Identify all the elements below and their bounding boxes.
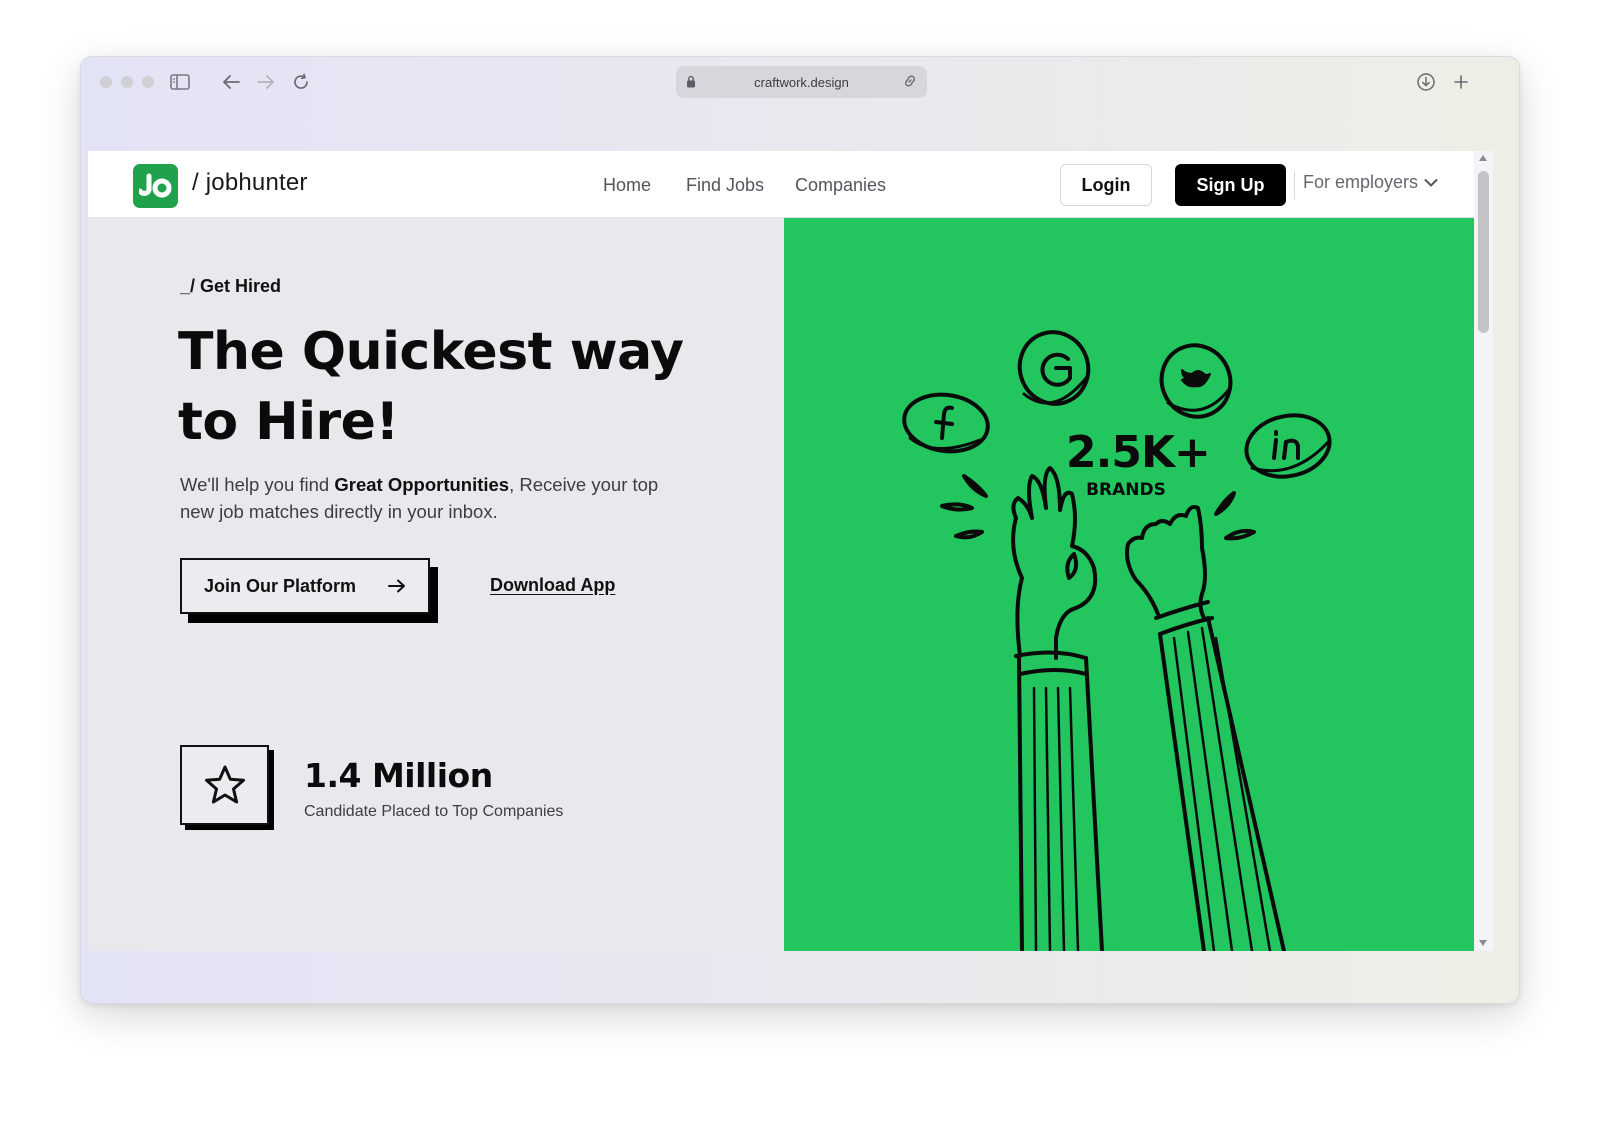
forward-arrow-icon[interactable] xyxy=(254,70,278,94)
hero-headline-line-1: The Quickest way xyxy=(178,322,684,382)
lock-icon xyxy=(687,75,695,88)
join-platform-button-wrap: Join Our Platform xyxy=(180,558,438,626)
zoom-window-button[interactable] xyxy=(142,76,154,88)
hero-subtitle-prefix: We'll help you find xyxy=(180,474,335,495)
hero-subtitle: We'll help you find Great Opportunities,… xyxy=(180,471,660,525)
scrollbar-thumb[interactable] xyxy=(1478,171,1489,333)
nav-link-companies[interactable]: Companies xyxy=(795,175,886,196)
hero-eyebrow: _/ Get Hired xyxy=(180,276,282,296)
reload-icon[interactable] xyxy=(289,70,313,94)
site-logo-text[interactable]: / jobhunter xyxy=(192,169,308,197)
hero-subtitle-highlight: Great Opportunities xyxy=(334,474,510,495)
stat-icon-frame xyxy=(180,745,269,825)
page-scrollbar[interactable] xyxy=(1474,151,1493,951)
nav-link-home[interactable]: Home xyxy=(603,175,651,196)
google-icon xyxy=(1017,330,1091,406)
link-icon[interactable] xyxy=(903,74,917,88)
jobhunter-logo-mark[interactable] xyxy=(133,164,178,208)
brands-label: BRANDS xyxy=(1086,480,1166,500)
hands-illustration xyxy=(902,330,1332,951)
close-window-button[interactable] xyxy=(100,76,112,88)
page-viewport: / jobhunter Home Find Jobs Companies Log… xyxy=(88,151,1493,951)
brands-count: 2.5K+ xyxy=(1066,427,1211,478)
star-icon xyxy=(204,765,245,804)
hero-headline: The Quickest way to Hire! xyxy=(178,317,698,457)
minimize-window-button[interactable] xyxy=(121,76,133,88)
new-tab-icon[interactable] xyxy=(1449,70,1473,94)
facebook-icon xyxy=(902,392,990,454)
arrow-right-icon xyxy=(388,579,405,593)
scroll-down-arrow-icon[interactable] xyxy=(1479,940,1487,946)
hero-illustration-panel: 2.5K+ BRANDS xyxy=(784,218,1474,951)
nav-link-find-jobs[interactable]: Find Jobs xyxy=(686,175,764,196)
chevron-down-icon xyxy=(1424,178,1438,186)
site-navbar: / jobhunter Home Find Jobs Companies Log… xyxy=(88,151,1493,218)
stat-label: Candidate Placed to Top Companies xyxy=(304,803,564,820)
stat-value: 1.4 Million xyxy=(304,756,493,795)
hero-headline-line-2: to Hire! xyxy=(178,392,399,452)
scroll-up-arrow-icon[interactable] xyxy=(1479,155,1487,161)
join-platform-button[interactable]: Join Our Platform xyxy=(180,558,430,614)
browser-window: craftwork.design / jobhunter Home Find J… xyxy=(80,56,1520,1004)
login-button[interactable]: Login xyxy=(1060,164,1152,206)
signup-button[interactable]: Sign Up xyxy=(1175,164,1286,206)
back-arrow-icon[interactable] xyxy=(219,70,243,94)
download-app-link[interactable]: Download App xyxy=(490,575,615,596)
window-controls[interactable] xyxy=(100,76,154,88)
nav-divider xyxy=(1294,171,1295,199)
for-employers-label: For employers xyxy=(1303,172,1419,192)
download-icon[interactable] xyxy=(1414,70,1438,94)
address-bar[interactable]: craftwork.design xyxy=(676,66,927,98)
linkedin-icon xyxy=(1244,413,1332,479)
sidebar-toggle-icon[interactable] xyxy=(168,70,192,94)
for-employers-dropdown[interactable]: For employers xyxy=(1303,172,1438,193)
join-platform-label: Join Our Platform xyxy=(204,575,357,596)
url-text: craftwork.design xyxy=(754,74,849,90)
stat-icon-box xyxy=(180,745,274,830)
